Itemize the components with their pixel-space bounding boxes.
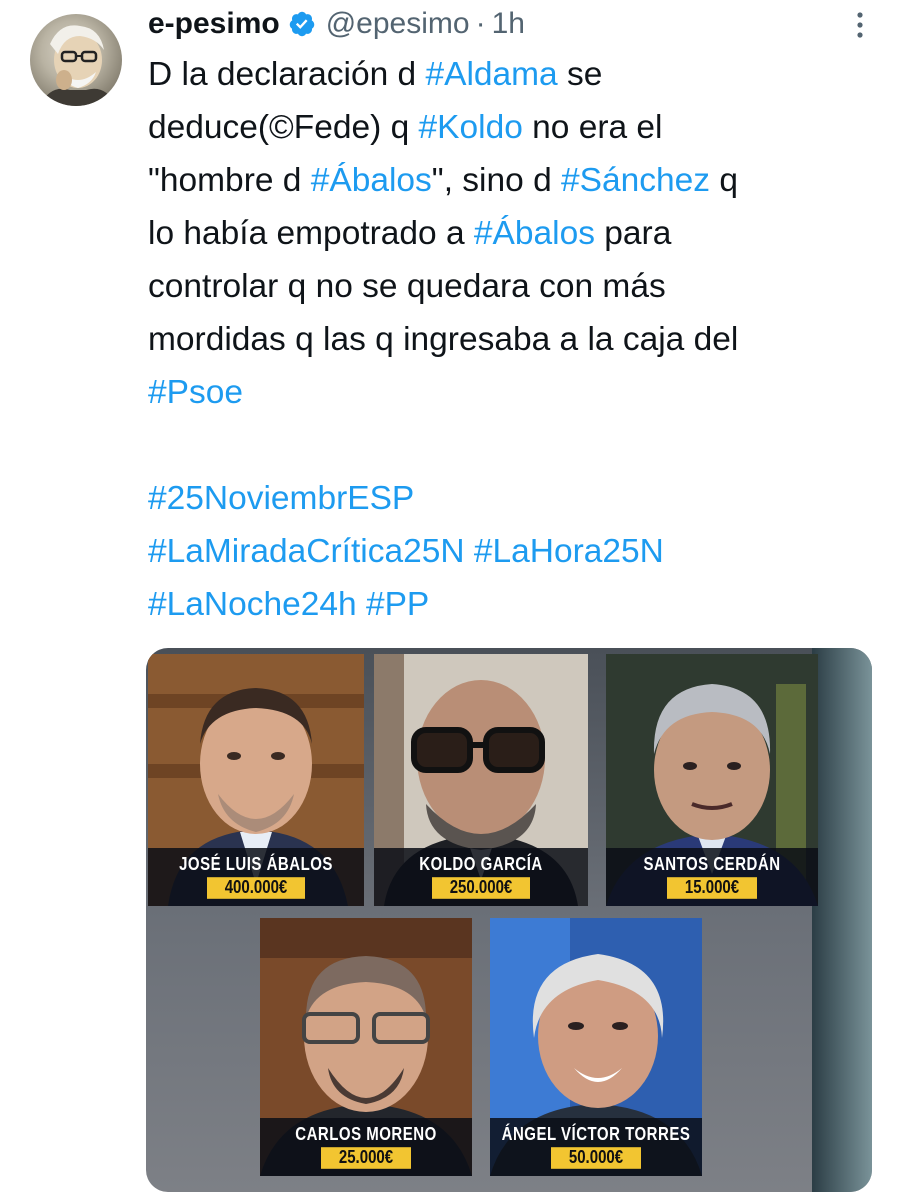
hashtag-link[interactable]: #PP — [366, 586, 429, 623]
card-name: ÁNGEL VÍCTOR TORRES — [501, 1123, 691, 1146]
card-amount: 50.000€ — [550, 1147, 642, 1169]
person-card-cerdan: SANTOS CERDÁN 15.000€ — [606, 654, 818, 906]
card-name: JOSÉ LUIS ÁBALOS — [179, 853, 333, 876]
author-name[interactable]: e-pesimo — [148, 7, 280, 41]
card-caption: CARLOS MORENO 25.000€ — [260, 1118, 472, 1176]
hashtag-link[interactable]: #25NoviembrESP — [148, 480, 414, 517]
card-caption: ÁNGEL VÍCTOR TORRES 50.000€ — [490, 1118, 702, 1176]
more-options-icon[interactable] — [854, 10, 866, 42]
person-card-abalos: JOSÉ LUIS ÁBALOS 400.000€ — [148, 654, 364, 906]
hashtag-link[interactable]: #Aldama — [425, 56, 557, 93]
person-card-koldo: KOLDO GARCÍA 250.000€ — [374, 654, 588, 906]
hashtag-link[interactable]: #Koldo — [419, 109, 523, 146]
tweet-header: e-pesimo @epesimo · 1h — [148, 2, 525, 46]
text-fragment: ", sino d — [431, 162, 562, 199]
separator-dot: · — [475, 7, 486, 40]
person-card-moreno: CARLOS MORENO 25.000€ — [260, 918, 472, 1176]
hashtag-link[interactable]: #Ábalos — [311, 162, 432, 199]
card-amount: 15.000€ — [666, 877, 758, 899]
card-amount: 250.000€ — [431, 877, 531, 899]
card-caption: KOLDO GARCÍA 250.000€ — [374, 848, 588, 906]
studio-background — [812, 648, 872, 1192]
verified-badge-icon — [288, 10, 316, 38]
hashtag-link[interactable]: #Ábalos — [474, 215, 595, 252]
tweet-media-image[interactable]: JOSÉ LUIS ÁBALOS 400.000€ KOLDO GARCÍA 2… — [146, 648, 872, 1192]
tweet-text: D la declaración d #Aldama se deduce(©Fe… — [148, 48, 878, 631]
card-name: SANTOS CERDÁN — [643, 853, 781, 876]
author-handle[interactable]: @epesimo — [326, 7, 470, 41]
avatar[interactable] — [30, 14, 122, 106]
card-name: KOLDO GARCÍA — [419, 853, 543, 876]
hashtag-link[interactable]: #Sánchez — [561, 162, 710, 199]
person-card-torres: ÁNGEL VÍCTOR TORRES 50.000€ — [490, 918, 702, 1176]
hashtag-link[interactable]: #LaMiradaCrítica25N — [148, 533, 465, 570]
hashtag-link[interactable]: #Psoe — [148, 374, 243, 411]
text-fragment — [465, 533, 474, 570]
card-amount: 25.000€ — [320, 1147, 412, 1169]
card-caption: SANTOS CERDÁN 15.000€ — [606, 848, 818, 906]
card-amount: 400.000€ — [206, 877, 306, 899]
hashtag-link[interactable]: #LaNoche24h — [148, 586, 357, 623]
card-name: CARLOS MORENO — [295, 1123, 437, 1146]
text-fragment — [357, 586, 366, 623]
timestamp[interactable]: 1h — [492, 7, 525, 41]
card-caption: JOSÉ LUIS ÁBALOS 400.000€ — [148, 848, 364, 906]
text-fragment: D la declaración d — [148, 56, 426, 93]
hashtag-link[interactable]: #LaHora25N — [474, 533, 664, 570]
